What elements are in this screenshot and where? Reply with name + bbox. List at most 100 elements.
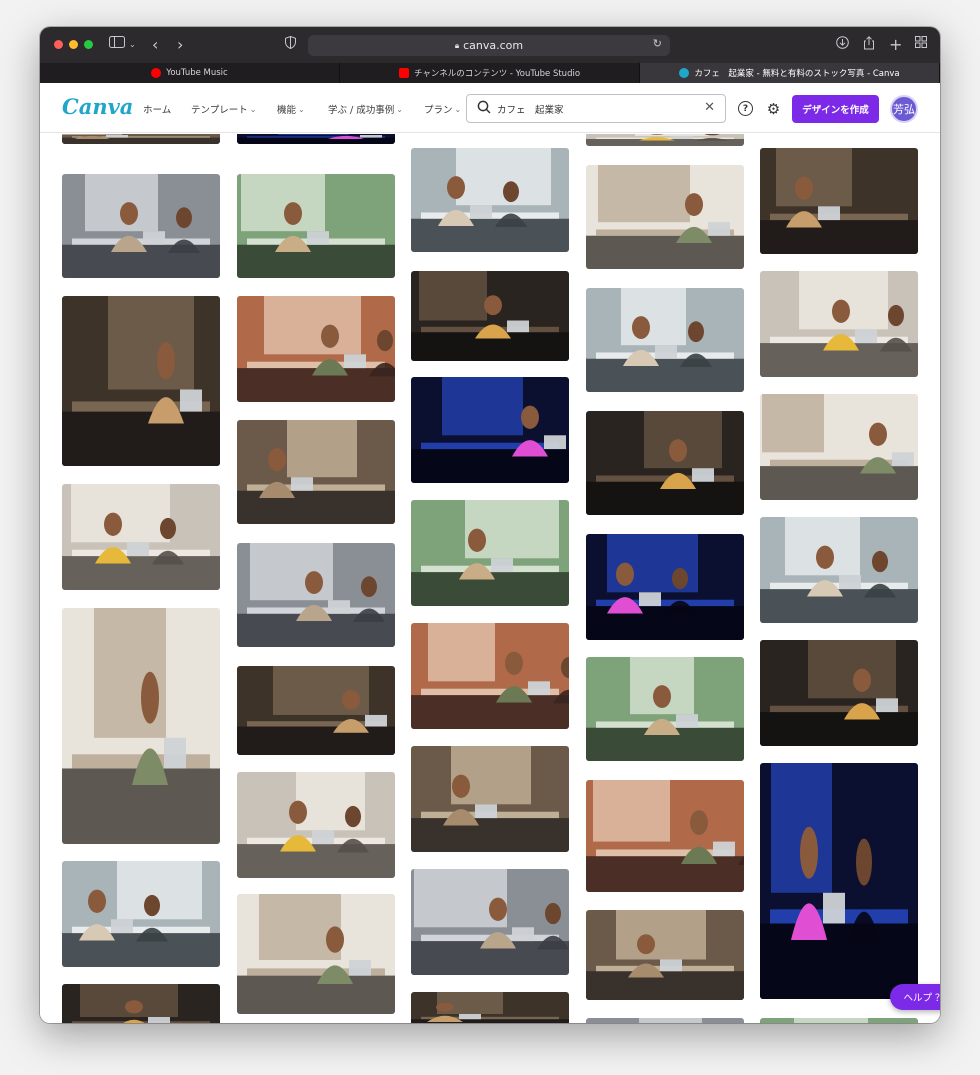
- photo-illustration: [411, 500, 569, 606]
- photo-illustration: [411, 271, 569, 361]
- tab-label: チャンネルのコンテンツ - YouTube Studio: [413, 69, 581, 79]
- sidebar-toggle-icon[interactable]: [109, 36, 125, 54]
- photo-gamer-neon-room[interactable]: [586, 411, 744, 515]
- photo-illustration: [760, 394, 918, 500]
- canva-logo[interactable]: Canva: [62, 94, 133, 119]
- photo-illustration: [760, 271, 918, 377]
- photo-men-coffee-phone[interactable]: [237, 894, 395, 1014]
- photo-men-kitchen-counter[interactable]: [760, 640, 918, 746]
- photo-woman-plants-outdoor[interactable]: [586, 657, 744, 761]
- downloads-icon[interactable]: [836, 36, 849, 55]
- nav-label: テンプレート: [191, 105, 248, 116]
- nav-label: 機能: [277, 105, 297, 116]
- photo-people-bright-cafe[interactable]: [411, 377, 569, 483]
- photo-men-brick-wall-laptop[interactable]: [237, 543, 395, 647]
- settings-gear-icon[interactable]: ⚙: [766, 100, 781, 118]
- photo-man-phone-laptop-cafe[interactable]: [237, 420, 395, 524]
- photo-cafe-bottom-row[interactable]: [760, 1018, 918, 1023]
- photo-woman-yellow-laptop[interactable]: [62, 484, 220, 590]
- photo-illustration: [760, 763, 918, 999]
- photo-woman-yellow-cafe-counter[interactable]: [586, 780, 744, 892]
- photo-cafe-window-city[interactable]: [237, 174, 395, 278]
- help-button[interactable]: ヘルプ ？: [890, 984, 940, 1010]
- address-bar[interactable]: 🔒︎ canva.com ↻: [308, 35, 670, 56]
- photo-woman-blue-shirt-desk[interactable]: [411, 746, 569, 852]
- zoom-window-button[interactable]: [84, 40, 93, 49]
- photo-illustration: [586, 534, 744, 640]
- reload-icon[interactable]: ↻: [653, 37, 662, 50]
- nav-templates[interactable]: テンプレート ⌄: [191, 102, 257, 117]
- photo-woman-pink-phone[interactable]: [237, 666, 395, 755]
- photo-woman-cafe-bottles[interactable]: [62, 984, 220, 1023]
- photo-two-women-window-table[interactable]: [237, 296, 395, 402]
- photo-illustration: [586, 657, 744, 761]
- help-circle-icon[interactable]: ?: [738, 101, 753, 116]
- new-tab-icon[interactable]: +: [889, 36, 902, 54]
- photo-cafe-bottom-partial[interactable]: [586, 1018, 744, 1023]
- browser-toolbar: ⌄ ‹ › 🔒︎ canva.com ↻ +: [40, 27, 940, 63]
- photo-woman-hijab-garden[interactable]: [760, 394, 918, 500]
- photo-man-cafe-dark[interactable]: [237, 134, 395, 144]
- canva-header: Canva ホーム テンプレート⌄ 機能⌄ 学ぶ / 成功事例⌄ プラン⌄ ✕ …: [40, 83, 940, 133]
- photo-illustration: [411, 869, 569, 975]
- tab-youtube-studio[interactable]: チャンネルのコンテンツ - YouTube Studio: [340, 63, 640, 83]
- tab-youtube-music[interactable]: YouTube Music: [40, 63, 340, 83]
- photo-illustration: [586, 910, 744, 1000]
- nav-plans[interactable]: プラン ⌄: [424, 102, 461, 117]
- photo-man-smiling-laptop-cafe[interactable]: [411, 271, 569, 361]
- share-icon[interactable]: [863, 36, 875, 56]
- tab-canva[interactable]: カフェ 起業家 - 無料と有料のストック写真 - Canva: [640, 63, 940, 83]
- search-box[interactable]: ✕: [466, 94, 726, 123]
- nav-features[interactable]: 機能 ⌄: [277, 102, 305, 117]
- photo-men-masks-laptop[interactable]: [411, 500, 569, 606]
- photo-illustration: [237, 894, 395, 1014]
- close-window-button[interactable]: [54, 40, 63, 49]
- create-design-button[interactable]: デザインを作成: [792, 95, 879, 123]
- photo-people-legs-cafe[interactable]: [62, 134, 220, 144]
- photo-illustration: [411, 377, 569, 483]
- tab-label: カフェ 起業家 - 無料と有料のストック写真 - Canva: [694, 69, 900, 79]
- photo-woman-laptop-window[interactable]: [411, 148, 569, 252]
- canva-favicon: [679, 68, 690, 78]
- nav-label: プラン: [424, 105, 453, 116]
- photo-man-phone-laptop-plant[interactable]: [586, 165, 744, 269]
- privacy-shield-icon[interactable]: [285, 35, 296, 55]
- photo-two-women-aprons-shop[interactable]: [411, 869, 569, 975]
- chevron-down-icon: ⌄: [249, 104, 257, 114]
- photo-man-laptop-brick-cafe[interactable]: [62, 608, 220, 844]
- photo-man-apron-shop[interactable]: [760, 517, 918, 623]
- minimize-window-button[interactable]: [69, 40, 78, 49]
- chevron-down-icon[interactable]: ⌄: [129, 36, 136, 54]
- photo-man-green-booth[interactable]: [586, 534, 744, 640]
- nav-home[interactable]: ホーム: [143, 102, 171, 116]
- photo-waitress-tablet-bar[interactable]: [237, 772, 395, 878]
- photo-meeting-tablet-table[interactable]: [586, 288, 744, 392]
- search-input[interactable]: [497, 99, 697, 118]
- photo-illustration: [237, 174, 395, 278]
- photo-illustration: [237, 666, 395, 755]
- photo-illustration: [586, 134, 744, 146]
- avatar[interactable]: 芳弘: [890, 95, 918, 123]
- photo-women-coffee-window[interactable]: [760, 148, 918, 254]
- photo-men-brick-fan-cafe[interactable]: [760, 763, 918, 999]
- photo-barista-tablet-apron[interactable]: [62, 296, 220, 466]
- photo-woman-laptop-plants[interactable]: [62, 861, 220, 967]
- photo-illustration: [62, 296, 220, 466]
- photo-illustration: [411, 992, 569, 1023]
- photo-illustration: [411, 623, 569, 729]
- tab-overview-icon[interactable]: [915, 36, 927, 54]
- clear-search-icon[interactable]: ✕: [704, 100, 715, 115]
- photo-woman-hijab-laptop[interactable]: [411, 623, 569, 729]
- photo-group-phones-cafe[interactable]: [62, 174, 220, 278]
- photo-cafe-top-partial[interactable]: [586, 134, 744, 146]
- photo-grid: [40, 134, 940, 1023]
- photo-illustration: [586, 780, 744, 892]
- back-icon[interactable]: ‹: [152, 36, 158, 54]
- photo-illustration: [62, 984, 220, 1023]
- photo-hands-laptop-white[interactable]: [586, 910, 744, 1000]
- photo-men-brick-laptop-night[interactable]: [760, 271, 918, 377]
- nav-learn[interactable]: 学ぶ / 成功事例 ⌄: [328, 102, 403, 117]
- forward-icon[interactable]: ›: [177, 36, 183, 54]
- photo-cafe-shelves[interactable]: [411, 992, 569, 1023]
- photo-illustration: [62, 174, 220, 278]
